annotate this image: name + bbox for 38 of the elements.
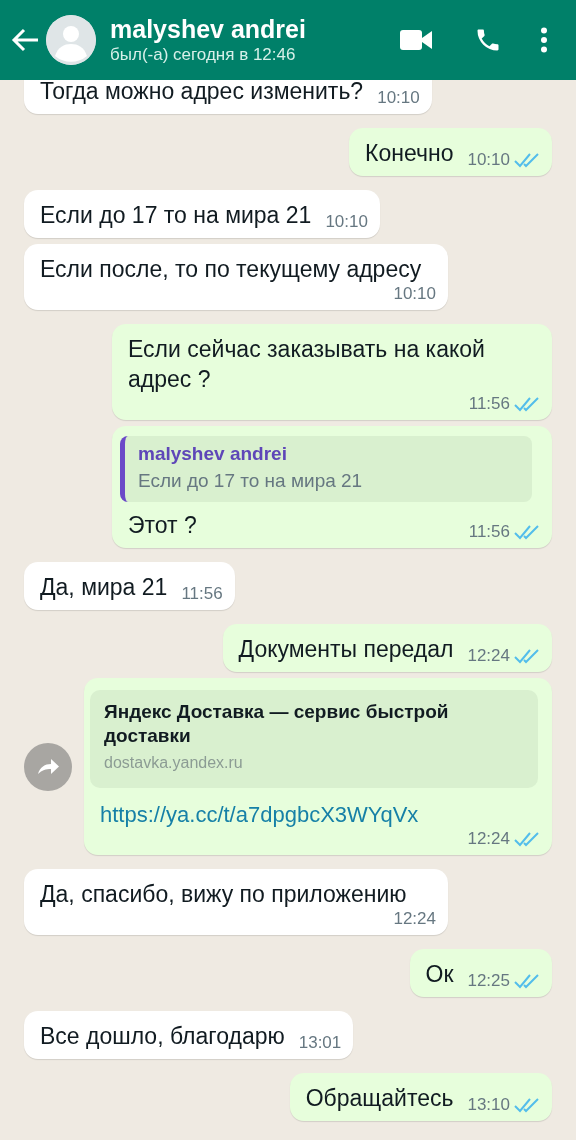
message-time: 11:56 [468, 394, 510, 414]
video-call-icon[interactable] [400, 29, 432, 51]
message-time: 11:56 [468, 522, 510, 542]
message-text: Документы передал [238, 635, 454, 664]
contact-name: malyshev andrei [110, 14, 307, 44]
message-text: Если до 17 то на мира 21 [40, 201, 312, 230]
message-text: Конечно [365, 139, 454, 168]
message-time: 10:10 [393, 284, 436, 304]
message-text: Все дошло, благодарю [40, 1022, 285, 1051]
message-time: 10:10 [467, 150, 510, 170]
message-time: 13:10 [467, 1095, 510, 1115]
message-text: Если сейчас заказывать на какой адрес ? [128, 335, 486, 394]
quoted-message[interactable]: malyshev andrei Если до 17 то на мира 21 [120, 436, 532, 502]
message-text: Тогда можно адрес изменить? [40, 80, 364, 106]
message-link[interactable]: https://ya.cc/t/a7dpgbcX3WYqVx [100, 800, 419, 829]
message-time: 12:24 [467, 829, 510, 849]
message-time: 11:56 [181, 584, 223, 604]
message-text: Если после, то по текущему адресу [40, 255, 422, 284]
message-text: Этот ? [128, 511, 197, 540]
message-time: 12:24 [393, 909, 436, 929]
message-text: Да, мира 21 [40, 573, 168, 602]
quoted-author: malyshev andrei [138, 442, 288, 466]
preview-title: Яндекс Доставка — сервис быстрой доставки [104, 700, 450, 748]
message-text: Обращайтесь [305, 1084, 454, 1113]
link-preview[interactable]: Яндекс Доставка — сервис быстрой доставки dostavka.yandex.ru [90, 690, 538, 788]
avatar-icon[interactable] [46, 15, 96, 65]
message-time: 10:10 [377, 88, 420, 108]
message-text: Ок [425, 960, 454, 989]
back-icon[interactable] [10, 27, 40, 53]
last-seen-status: был(-а) сегодня в 12:46 [110, 44, 297, 66]
message-time: 12:24 [467, 646, 510, 666]
message-text: Да, спасибо, вижу по приложению [40, 880, 407, 909]
quoted-text: Если до 17 то на мира 21 [138, 469, 364, 493]
preview-domain: dostavka.yandex.ru [104, 753, 244, 773]
menu-icon[interactable] [540, 27, 548, 53]
message-time: 12:25 [467, 971, 510, 991]
message-time: 13:01 [298, 1033, 342, 1053]
message-time: 10:10 [325, 212, 368, 232]
